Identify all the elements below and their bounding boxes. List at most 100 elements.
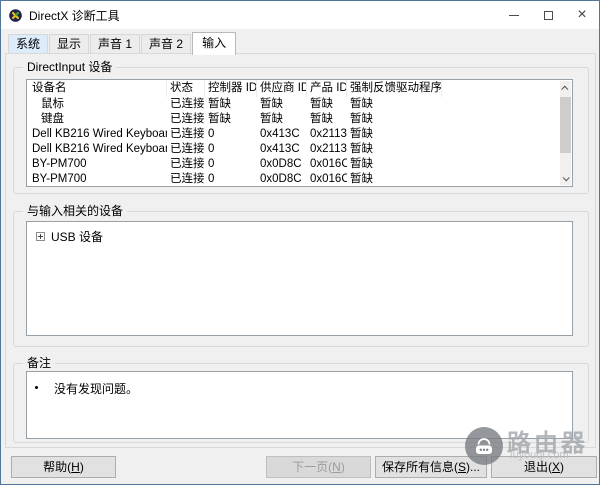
table-row[interactable]: 鼠标 已连接 暂缺 暂缺 暂缺 暂缺: [27, 97, 572, 112]
maximize-button[interactable]: [531, 1, 565, 29]
button-label: )...: [466, 460, 480, 474]
column-header-device-name[interactable]: 设备名: [27, 80, 167, 97]
tree-item-usb-devices[interactable]: USB 设备: [27, 222, 572, 245]
tab-display[interactable]: 显示: [49, 34, 89, 53]
cell-controller-id: 0: [205, 142, 257, 157]
cell-status: 已连接: [167, 142, 205, 157]
cell-force-feedback: 暂缺: [347, 157, 442, 172]
cell-vendor-id: 0x413C: [257, 127, 307, 142]
column-header-product-id[interactable]: 产品 ID: [307, 80, 347, 97]
cell-controller-id: 暂缺: [205, 97, 257, 112]
table-row[interactable]: Dell KB216 Wired Keyboard 已连接 0 0x413C 0…: [27, 142, 572, 157]
cell-controller-id: 0: [205, 172, 257, 187]
cell-status: 已连接: [167, 157, 205, 172]
note-text: 没有发现问题。: [54, 380, 138, 397]
column-header-filler: [442, 80, 572, 97]
chevron-up-icon: [561, 85, 568, 92]
button-label: 保存所有信息(: [382, 460, 458, 474]
cell-force-feedback: 暂缺: [347, 127, 442, 142]
tab-sound1[interactable]: 声音 1: [90, 34, 140, 53]
window-title: DirectX 诊断工具: [29, 7, 120, 24]
cell-device-name: 鼠标: [27, 97, 167, 112]
tab-input[interactable]: 输入: [192, 32, 236, 55]
column-header-vendor-id[interactable]: 供应商 ID: [257, 80, 307, 97]
tab-system[interactable]: 系统: [8, 34, 48, 53]
table-row[interactable]: BY-PM700 已连接 0 0x0D8C 0x016C 暂缺: [27, 172, 572, 187]
directinput-device-table[interactable]: 设备名 状态 控制器 ID 供应商 ID 产品 ID 强制反馈驱动程序 鼠标 已…: [26, 79, 573, 187]
cell-device-name: 键盘: [27, 112, 167, 127]
tree-item-label: USB 设备: [51, 228, 103, 245]
note-item: 没有发现问题。: [27, 372, 572, 397]
button-label: 退出(: [524, 460, 552, 474]
button-label: ): [560, 460, 564, 474]
table-header-row: 设备名 状态 控制器 ID 供应商 ID 产品 ID 强制反馈驱动程序: [27, 80, 572, 97]
cell-vendor-id: 0x413C: [257, 142, 307, 157]
tree-expand-icon[interactable]: [36, 232, 45, 241]
cell-product-id: 暂缺: [307, 112, 347, 127]
minimize-button[interactable]: [497, 1, 531, 29]
notes-box[interactable]: 没有发现问题。: [26, 371, 573, 439]
cell-vendor-id: 暂缺: [257, 112, 307, 127]
scroll-up-button[interactable]: [560, 81, 571, 95]
cell-controller-id: 0: [205, 127, 257, 142]
table-vertical-scrollbar[interactable]: [560, 81, 571, 185]
related-devices-group-label: 与输入相关的设备: [23, 204, 127, 219]
cell-force-feedback: 暂缺: [347, 97, 442, 112]
column-header-controller-id[interactable]: 控制器 ID: [205, 80, 257, 97]
cell-device-name: BY-PM700: [27, 172, 167, 187]
cell-status: 已连接: [167, 97, 205, 112]
access-key: X: [552, 460, 560, 474]
cell-product-id: 0x016C: [307, 157, 347, 172]
column-header-force-feedback[interactable]: 强制反馈驱动程序: [347, 80, 442, 97]
directinput-group-label: DirectInput 设备: [23, 60, 116, 75]
cell-force-feedback: 暂缺: [347, 142, 442, 157]
scroll-down-button[interactable]: [560, 171, 571, 185]
cell-product-id: 暂缺: [307, 97, 347, 112]
access-key: H: [71, 460, 80, 474]
close-icon: ×: [577, 7, 586, 23]
column-header-status[interactable]: 状态: [167, 80, 205, 97]
button-label: ): [80, 460, 84, 474]
button-label: ): [341, 460, 345, 474]
bullet-icon: [35, 386, 38, 389]
cell-status: 已连接: [167, 112, 205, 127]
scrollbar-thumb[interactable]: [560, 97, 571, 153]
cell-device-name: BY-PM700: [27, 157, 167, 172]
exit-button[interactable]: 退出(X): [491, 456, 597, 478]
cell-product-id: 0x2113: [307, 127, 347, 142]
cell-controller-id: 0: [205, 157, 257, 172]
directx-app-icon: [9, 9, 22, 22]
help-button[interactable]: 帮助(H): [11, 456, 116, 478]
cell-vendor-id: 0x0D8C: [257, 172, 307, 187]
button-label: 帮助(: [43, 460, 71, 474]
tab-bar: 系统 显示 声音 1 声音 2 输入: [8, 31, 237, 54]
window-controls: ×: [497, 1, 599, 29]
cell-force-feedback: 暂缺: [347, 172, 442, 187]
cell-status: 已连接: [167, 127, 205, 142]
titlebar: DirectX 诊断工具 ×: [1, 1, 599, 29]
cell-device-name: Dell KB216 Wired Keyboard: [27, 142, 167, 157]
next-page-button: 下一页(N): [266, 456, 371, 478]
cell-product-id: 0x016C: [307, 172, 347, 187]
cell-controller-id: 暂缺: [205, 112, 257, 127]
maximize-icon: [544, 11, 553, 20]
chevron-down-icon: [563, 174, 570, 181]
access-key: N: [332, 460, 341, 474]
cell-vendor-id: 暂缺: [257, 97, 307, 112]
save-all-info-button[interactable]: 保存所有信息(S)...: [375, 456, 487, 478]
table-row[interactable]: 键盘 已连接 暂缺 暂缺 暂缺 暂缺: [27, 112, 572, 127]
table-row[interactable]: Dell KB216 Wired Keyboard 已连接 0 0x413C 0…: [27, 127, 572, 142]
access-key: S: [458, 460, 466, 474]
cell-device-name: Dell KB216 Wired Keyboard: [27, 127, 167, 142]
cell-status: 已连接: [167, 172, 205, 187]
cell-product-id: 0x2113: [307, 142, 347, 157]
close-button[interactable]: ×: [565, 1, 599, 29]
related-devices-tree[interactable]: USB 设备: [26, 221, 573, 336]
table-row[interactable]: BY-PM700 已连接 0 0x0D8C 0x016C 暂缺: [27, 157, 572, 172]
cell-force-feedback: 暂缺: [347, 112, 442, 127]
cell-vendor-id: 0x0D8C: [257, 157, 307, 172]
button-label: 下一页(: [292, 460, 332, 474]
minimize-icon: [509, 15, 519, 16]
dxdiag-window: DirectX 诊断工具 × 系统 显示 声音 1 声音 2 输入 Direct…: [0, 0, 600, 485]
tab-sound2[interactable]: 声音 2: [141, 34, 191, 53]
